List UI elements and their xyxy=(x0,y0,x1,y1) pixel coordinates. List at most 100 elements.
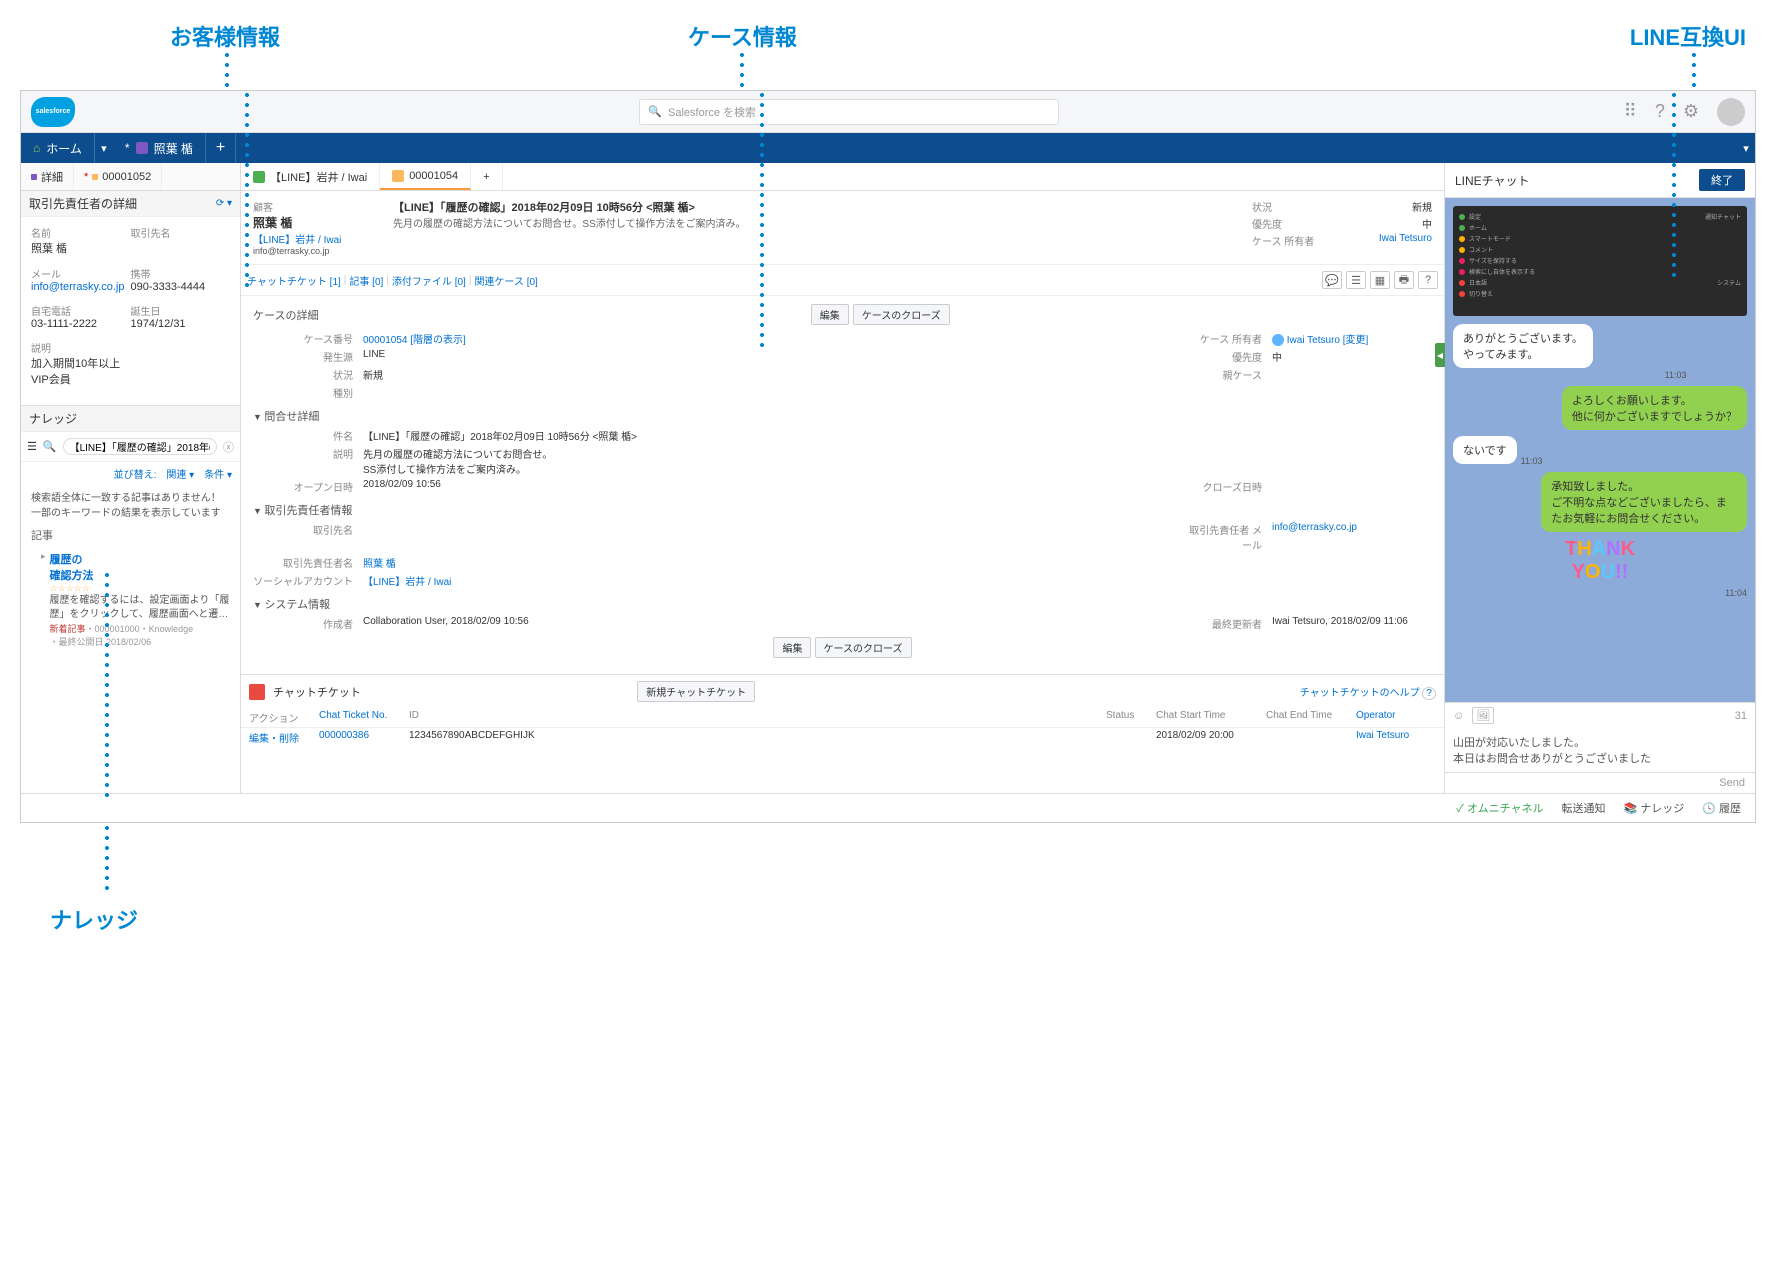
chat-icon xyxy=(253,171,265,183)
omni-channel[interactable]: ✓ オムニチャネル xyxy=(1456,800,1543,816)
case-icon xyxy=(92,174,98,180)
collapse-handle[interactable]: ◀ xyxy=(1435,343,1445,367)
app-launcher-icon[interactable]: ⠿ xyxy=(1624,101,1637,122)
center-column: 【LINE】岩井 / Iwai 00001054 + 顧客 照葉 楯 【LINE… xyxy=(241,163,1445,793)
footer-history[interactable]: 🕓 履歴 xyxy=(1702,800,1741,816)
k: 親ケース xyxy=(1182,367,1272,382)
k: ケース番号 xyxy=(253,331,363,346)
menu-icon[interactable]: ☰ xyxy=(27,440,37,453)
global-search[interactable]: 🔍 Salesforce を検索 xyxy=(639,99,1059,125)
v[interactable]: 照葉 楯 xyxy=(363,555,1432,570)
tab-label: 00001054 xyxy=(409,170,458,182)
bubble-time: 11:03 xyxy=(1521,456,1543,466)
list-icon[interactable]: ☰ xyxy=(1346,271,1366,289)
end-chat-button[interactable]: 終了 xyxy=(1699,169,1745,191)
case-related-links: チャットチケット [1]| 記事 [0]| 添付ファイル [0]| 関連ケース … xyxy=(241,265,1444,296)
close-case-button-2[interactable]: ケースのクローズ xyxy=(815,637,912,658)
knowledge-search-input[interactable] xyxy=(63,438,217,455)
mid-tab-case[interactable]: 00001054 xyxy=(380,163,471,190)
edit-button-2[interactable]: 編集 xyxy=(773,637,811,658)
navbar: ⌂ ホーム ▾ * 照葉 楯 + ▾ xyxy=(21,133,1755,163)
filter-dropdown[interactable]: 条件 ▾ xyxy=(204,466,232,481)
section-contact[interactable]: 取引先責任者情報 xyxy=(253,502,1432,518)
article-meta: ・最終公開日 2018/02/06 xyxy=(50,635,230,648)
new-chat-ticket-button[interactable]: 新規チャットチケット xyxy=(637,681,755,702)
nav-tab-contact[interactable]: * 照葉 楯 xyxy=(113,133,206,163)
v: LINE xyxy=(363,349,1182,364)
case-header-right: 状況新規 優先度中 ケース 所有者Iwai Tetsuro xyxy=(1252,199,1432,256)
send-button[interactable]: Send xyxy=(1445,773,1755,793)
row-start: 2018/02/09 20:00 xyxy=(1156,730,1266,745)
row-op[interactable]: Iwai Tetsuro xyxy=(1356,730,1436,745)
chat-bubble-incoming: ありがとうございます。 やってみます。 xyxy=(1453,324,1593,368)
nav-home[interactable]: ⌂ ホーム xyxy=(21,133,95,163)
v: SS添付して操作方法をご案内済み。 xyxy=(363,461,1432,476)
field-value: 090-3333-4444 xyxy=(131,281,231,293)
mid-tab-iwai[interactable]: 【LINE】岩井 / Iwai xyxy=(241,163,380,190)
v[interactable]: 00001054 [階層の表示] xyxy=(363,331,1182,346)
subtab-case[interactable]: * 00001052 xyxy=(74,163,162,190)
link-attachments[interactable]: 添付ファイル [0] xyxy=(392,273,466,288)
setup-icon[interactable]: ⚙ xyxy=(1683,101,1699,122)
k: クローズ日時 xyxy=(1182,479,1272,494)
sort-dropdown[interactable]: 関連 ▾ xyxy=(166,466,194,481)
clear-icon[interactable]: ⓧ xyxy=(223,439,234,455)
row-no[interactable]: 000000386 xyxy=(319,730,409,745)
v: Iwai Tetsuro, 2018/02/09 11:06 xyxy=(1272,616,1432,631)
k: 件名 xyxy=(253,428,363,443)
nav-overflow[interactable]: ▾ xyxy=(1737,133,1755,163)
topbar-icons: ⠿ ? ⚙ xyxy=(1624,98,1745,126)
close-case-button[interactable]: ケースのクローズ xyxy=(853,304,950,325)
screenshot-attachment[interactable]: 設定通知チャット ホーム スマートモード コメント サイズを保持する 検索にし自… xyxy=(1453,206,1747,316)
v[interactable]: info@terrasky.co.jp xyxy=(1272,522,1432,552)
table-row[interactable]: 編集・削除 000000386 1234567890ABCDEFGHIJK 20… xyxy=(241,728,1444,747)
help-icon[interactable]: ? xyxy=(1655,101,1665,122)
chat-ticket-panel: チャットチケット 新規チャットチケット チャットチケットのヘルプ ? アクション… xyxy=(241,674,1444,747)
subtab-detail[interactable]: 詳細 xyxy=(21,163,74,190)
field-value[interactable]: info@terrasky.co.jp xyxy=(31,281,131,293)
k: オープン日時 xyxy=(253,479,363,494)
subtab-label: 詳細 xyxy=(41,169,63,185)
help-icon[interactable]: ? xyxy=(1418,271,1438,289)
v[interactable]: 【LINE】岩井 / Iwai xyxy=(363,573,1432,588)
footer-knowledge[interactable]: 📚 ナレッジ xyxy=(1623,800,1684,816)
v: 【LINE】「履歴の確認」2018年02月09日 10時56分 <照葉 楯> xyxy=(363,428,1432,443)
layout-icon[interactable]: ▦ xyxy=(1370,271,1390,289)
knowledge-article[interactable]: ▸ 履歴の 確認方法 ☆☆☆☆☆ 履歴を確認するには、設定画面より「履歴」をクリ… xyxy=(21,547,240,652)
v[interactable]: Iwai Tetsuro [変更] xyxy=(1287,335,1369,346)
case-header-center: 【LINE】「履歴の確認」2018年02月09日 10時56分 <照葉 楯> 先… xyxy=(393,199,1252,256)
thank-you-sticker: THANK YOU!! xyxy=(1453,538,1747,584)
left-subtabs: 詳細 * 00001052 xyxy=(21,163,240,191)
nav-home-dropdown[interactable]: ▾ xyxy=(95,133,113,163)
image-icon[interactable]: 🖼 xyxy=(1472,707,1494,724)
section-inquiry[interactable]: 問合せ詳細 xyxy=(253,408,1432,424)
link-articles[interactable]: 記事 [0] xyxy=(349,273,383,288)
header-email[interactable]: info@terrasky.co.jp xyxy=(253,246,393,256)
case-detail: ケースの詳細 編集 ケースのクローズ ケース番号00001054 [階層の表示]… xyxy=(241,296,1444,670)
article-title[interactable]: 履歴の 確認方法 xyxy=(50,551,230,583)
knowledge-no-match: 検索語全体に一致する記事はありません！一部のキーワードの結果を表示しています xyxy=(21,485,240,523)
ct-help-link[interactable]: チャットチケットのヘルプ ? xyxy=(1300,684,1436,699)
col: Operator xyxy=(1356,710,1436,725)
header-line-account[interactable]: 【LINE】岩井 / Iwai xyxy=(253,231,393,246)
nav-add-tab[interactable]: + xyxy=(206,133,236,163)
section-system[interactable]: システム情報 xyxy=(253,596,1432,612)
emoji-icon[interactable]: ☺ xyxy=(1453,710,1464,722)
feed-icon[interactable]: 💬 xyxy=(1322,271,1342,289)
edit-button[interactable]: 編集 xyxy=(811,304,849,325)
arrow-icon: ▸ xyxy=(41,551,46,648)
link-chat-ticket[interactable]: チャットチケット [1] xyxy=(247,273,341,288)
article-new-tag: 新着記事・000001000・Knowledge xyxy=(50,622,230,635)
chat-textarea[interactable]: 山田が対応いたしました。 本日はお問合せありがとうございました xyxy=(1445,728,1755,773)
link-related-cases[interactable]: 関連ケース [0] xyxy=(474,273,537,288)
row-action[interactable]: 編集・削除 xyxy=(249,730,319,745)
v: 先月の履歴の確認方法についてお問合せ。 xyxy=(363,446,1432,461)
v[interactable]: Iwai Tetsuro xyxy=(1379,233,1432,248)
mid-tab-add[interactable]: + xyxy=(471,163,502,190)
salesforce-logo: salesforce xyxy=(31,97,75,127)
avatar[interactable] xyxy=(1717,98,1745,126)
print-icon[interactable]: 🖶 xyxy=(1394,271,1414,289)
panel-actions[interactable]: ⟳ ▾ xyxy=(216,198,232,209)
transfer-notice[interactable]: 転送通知 xyxy=(1561,800,1605,816)
k: ソーシャルアカウント xyxy=(253,573,363,588)
